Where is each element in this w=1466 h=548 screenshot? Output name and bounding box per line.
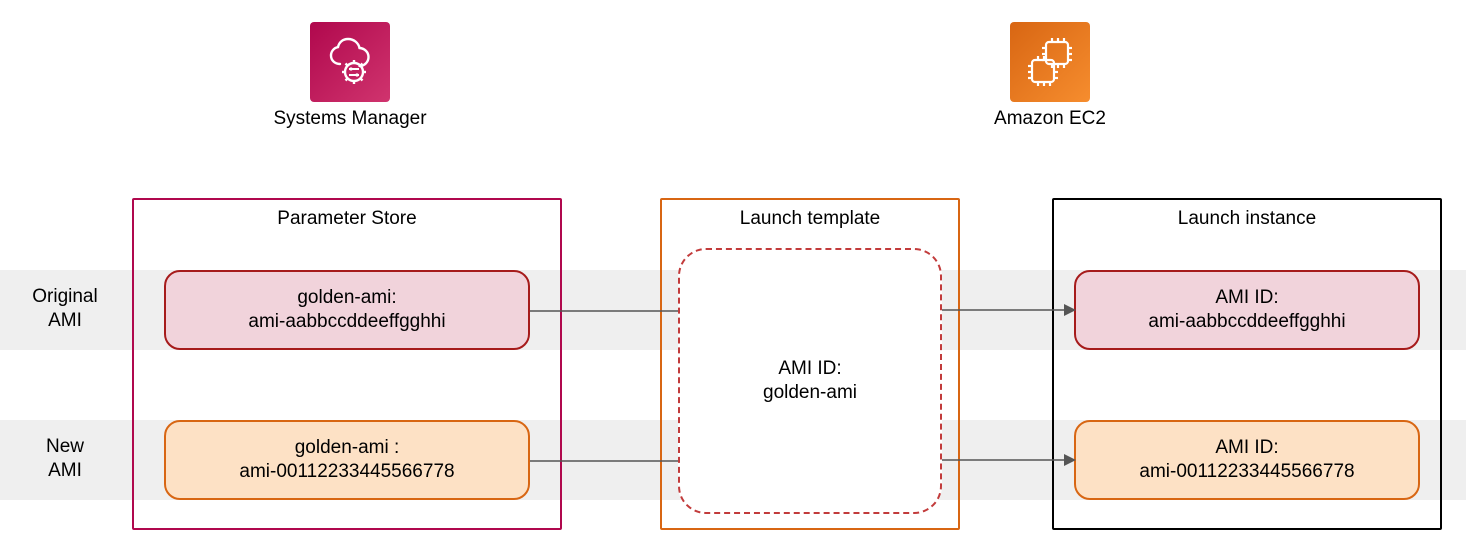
param-original-line2: ami-aabbccddeeffgghhi xyxy=(248,310,445,334)
row-label-new-2: AMI xyxy=(48,460,82,481)
instance-new-line1: AMI ID: xyxy=(1215,436,1278,460)
row-label-new: New AMI xyxy=(10,435,120,483)
launch-template-title: Launch template xyxy=(662,208,958,230)
ec2-label: Amazon EC2 xyxy=(980,108,1120,130)
chip-pair-icon xyxy=(1022,34,1078,90)
arrow-param-new-to-template xyxy=(530,454,680,468)
instance-original-line2: ami-aabbccddeeffgghhi xyxy=(1148,310,1345,334)
systems-manager-label: Systems Manager xyxy=(270,108,430,130)
param-new-pill: golden-ami : ami-00112233445566778 xyxy=(164,420,530,500)
param-new-line2: ami-00112233445566778 xyxy=(239,460,454,484)
instance-new-line2: ami-00112233445566778 xyxy=(1139,460,1354,484)
row-label-new-1: New xyxy=(46,436,84,457)
param-new-line1: golden-ami : xyxy=(295,436,400,460)
instance-new-pill: AMI ID: ami-00112233445566778 xyxy=(1074,420,1420,500)
ec2-icon xyxy=(1010,22,1090,102)
arrow-template-to-instance-original xyxy=(942,302,1076,318)
parameter-store-title: Parameter Store xyxy=(134,208,560,230)
instance-original-pill: AMI ID: ami-aabbccddeeffgghhi xyxy=(1074,270,1420,350)
launch-template-ref-line1: AMI ID: xyxy=(778,357,841,381)
arrow-param-original-to-template xyxy=(530,304,680,318)
param-original-pill: golden-ami: ami-aabbccddeeffgghhi xyxy=(164,270,530,350)
instance-original-line1: AMI ID: xyxy=(1215,286,1278,310)
row-label-original-2: AMI xyxy=(48,310,82,331)
launch-instance-title: Launch instance xyxy=(1054,208,1440,230)
param-original-line1: golden-ami: xyxy=(297,286,396,310)
row-label-original-1: Original xyxy=(32,286,97,307)
ec2-block: Amazon EC2 xyxy=(980,22,1120,130)
launch-template-ref-pill: AMI ID: golden-ami xyxy=(678,248,942,514)
systems-manager-icon xyxy=(310,22,390,102)
arrow-template-to-instance-new xyxy=(942,452,1076,468)
systems-manager-block: Systems Manager xyxy=(270,22,430,130)
row-label-original: Original AMI xyxy=(10,285,120,333)
cloud-gear-icon xyxy=(322,34,378,90)
launch-template-ref-line2: golden-ami xyxy=(763,381,857,405)
